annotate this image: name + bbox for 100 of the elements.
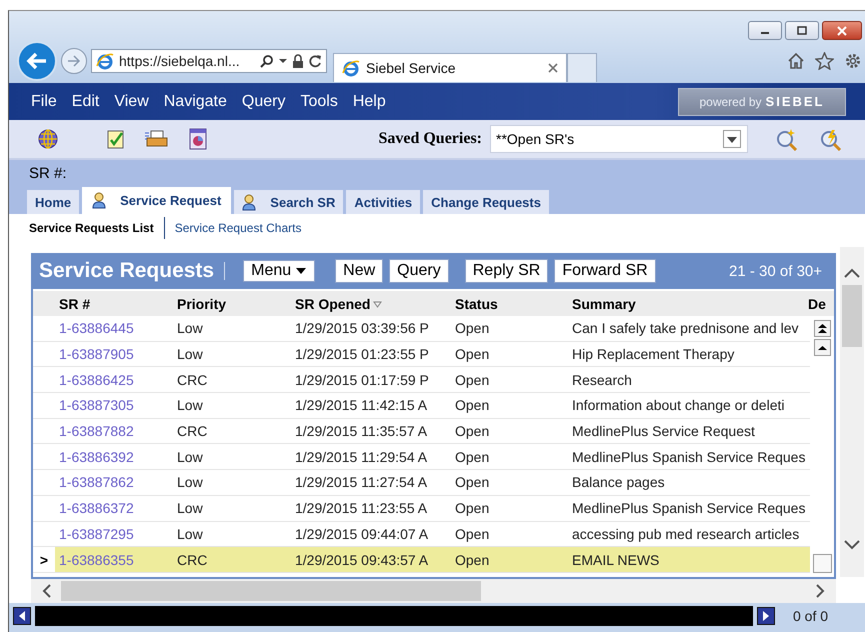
close-button[interactable]	[822, 21, 862, 40]
toolbar-button[interactable]: Forward SR	[554, 259, 656, 283]
table-row[interactable]: 1-63887882 CRC 1/29/2015 11:35:57 A Open MedlinePlus Service Request	[33, 418, 810, 444]
sr-number-link[interactable]: 1-63886372	[55, 500, 173, 516]
column-header[interactable]: SR #	[55, 291, 173, 316]
table-row[interactable]: 1-63886372 Low 1/29/2015 11:23:55 A Open MedlinePlus Spanish Service Reques	[33, 496, 810, 522]
refresh-icon[interactable]	[309, 54, 322, 68]
table-cell-text: 1/29/2015 09:43:57 A	[294, 552, 430, 568]
table-cell-text: 1/29/2015 11:35:57 A	[294, 423, 428, 440]
menu-item[interactable]: File	[31, 92, 57, 110]
screen-tab[interactable]: Search SR	[234, 190, 344, 214]
table-cell-text: CRC	[176, 423, 208, 440]
caret-icon	[295, 267, 308, 275]
browser-tab[interactable]: Siebel Service	[333, 52, 567, 82]
table-cell-text: Low	[176, 474, 204, 490]
table-row[interactable]: 1-63886445 Low 1/29/2015 03:39:56 P Open Can I safely take prednisone and lev	[33, 316, 810, 342]
table-cell-text: MedlinePlus Spanish Service Reques	[571, 448, 806, 465]
search-icon[interactable]	[260, 54, 274, 68]
chevron-right-icon[interactable]	[814, 584, 826, 598]
star-icon[interactable]	[815, 52, 834, 70]
table-cell-text: Low	[176, 526, 204, 542]
sr-number-link[interactable]: 1-63887862	[55, 474, 173, 490]
magnifier-sparkle-icon[interactable]	[774, 127, 800, 151]
column-header[interactable]: De	[806, 291, 834, 316]
sr-number-link[interactable]: 1-63886445	[55, 320, 173, 336]
chevron-down-icon[interactable]	[844, 539, 860, 551]
table-row[interactable]: 1-63887305 Low 1/29/2015 11:42:15 A Open Information about change or deleti	[33, 393, 810, 419]
chevron-left-icon[interactable]	[41, 584, 53, 598]
scroll-button[interactable]	[812, 554, 832, 573]
next-button[interactable]	[757, 607, 775, 625]
table-cell-text: Can I safely take prednisone and lev	[571, 320, 800, 336]
screen-tab[interactable]: Service Request	[82, 187, 232, 214]
scroll-up-button[interactable]	[814, 339, 831, 356]
screen-tab[interactable]: Activities	[346, 190, 420, 214]
table-cell-text: Open	[454, 397, 490, 414]
previous-button[interactable]	[13, 607, 31, 625]
vertical-scrollbar[interactable]	[840, 247, 864, 577]
tab-title: Siebel Service	[366, 60, 456, 76]
sr-number-link[interactable]: 1-63887882	[55, 423, 173, 440]
table-cell-text: 1/29/2015 11:23:55 A	[294, 500, 428, 516]
table-row[interactable]: 1-63886392 Low 1/29/2015 11:29:54 A Open MedlinePlus Spanish Service Reques	[33, 444, 810, 470]
menu-item[interactable]: Navigate	[164, 92, 227, 110]
column-header[interactable]: Priority	[173, 291, 291, 316]
screen-tab[interactable]: Home	[27, 190, 80, 214]
chevron-up-icon[interactable]	[844, 267, 860, 279]
applet-title: Service Requests	[39, 259, 214, 283]
sr-number-link[interactable]: 1-63887295	[55, 526, 173, 542]
table-cell-text: Low	[176, 397, 204, 414]
table-row[interactable]: > 1-63886355 CRC 1/29/2015 09:43:57 A Open EMAIL NEWS	[33, 547, 810, 573]
view-link[interactable]: Service Request Charts	[174, 220, 302, 234]
logo-text: SIEBEL	[766, 94, 824, 109]
toolbar-button[interactable]: Reply SR	[464, 259, 548, 283]
sr-number-link[interactable]: 1-63887905	[55, 346, 173, 362]
table-row[interactable]: 1-63887905 Low 1/29/2015 01:23:55 P Open Hip Replacement Therapy	[33, 342, 810, 368]
minimize-button[interactable]	[748, 21, 782, 40]
row-marker: >	[40, 552, 48, 568]
menu-item[interactable]: Edit	[72, 92, 100, 110]
sr-number-link[interactable]: 1-63886392	[55, 448, 173, 465]
menu-item[interactable]: Tools	[300, 92, 338, 110]
close-icon[interactable]	[548, 62, 558, 72]
close-icon	[836, 26, 848, 36]
column-header[interactable]: Summary	[568, 291, 806, 316]
screen-tab[interactable]: Change Requests	[423, 190, 549, 214]
saved-queries-dropdown[interactable]: **Open SR's	[490, 125, 748, 153]
table-row[interactable]: 1-63886425 CRC 1/29/2015 01:17:59 P Open Research	[33, 367, 810, 394]
address-bar[interactable]: https://siebelqa.nl...	[91, 49, 327, 73]
settings-icon[interactable]	[844, 52, 862, 70]
double-up-arrow-icon	[818, 324, 827, 334]
table-cell-text: Open	[454, 372, 490, 388]
back-button[interactable]	[17, 41, 57, 81]
menu-item[interactable]: Query	[242, 92, 286, 110]
table-cell-text: 1/29/2015 03:39:56 P	[294, 320, 430, 336]
toolbar-button[interactable]: New	[335, 259, 384, 283]
table-cell-text: MedlinePlus Spanish Service Reques	[571, 500, 806, 516]
table-row[interactable]: 1-63887862 Low 1/29/2015 11:27:54 A Open Balance pages	[33, 470, 810, 496]
column-header[interactable]: SR Opened	[291, 291, 451, 316]
menu-item[interactable]: View	[114, 92, 149, 110]
globe-icon[interactable]	[37, 128, 59, 150]
sr-number-link[interactable]: 1-63886425	[55, 372, 173, 388]
sr-number-link[interactable]: 1-63886355	[55, 552, 173, 568]
magnifier-bolt-icon[interactable]	[818, 127, 844, 151]
dropdown-arrow-icon[interactable]	[279, 58, 287, 64]
horizontal-scrollbar[interactable]	[31, 579, 836, 603]
maximize-button[interactable]	[785, 21, 819, 40]
table-cell-text: Information about change or deleti	[571, 397, 786, 414]
maximize-icon	[796, 26, 808, 36]
table-cell-text: Open	[454, 423, 490, 440]
menu-button[interactable]: Menu	[243, 260, 316, 282]
toolbar-button[interactable]: Query	[389, 259, 449, 283]
column-header[interactable]: Status	[451, 291, 568, 316]
table-cell-text: 1/29/2015 01:23:55 P	[294, 346, 430, 362]
sr-number-link[interactable]: 1-63887305	[55, 397, 173, 414]
scroll-thumb[interactable]	[61, 581, 481, 601]
report-icon[interactable]	[187, 127, 209, 151]
scroll-thumb[interactable]	[842, 285, 862, 347]
home-icon[interactable]	[787, 52, 805, 70]
table-cell-text: accessing pub med research articles	[571, 526, 800, 542]
scroll-top-button[interactable]	[814, 320, 831, 337]
menu-item[interactable]: Help	[352, 92, 386, 110]
view-link[interactable]: Service Requests List	[29, 220, 154, 234]
